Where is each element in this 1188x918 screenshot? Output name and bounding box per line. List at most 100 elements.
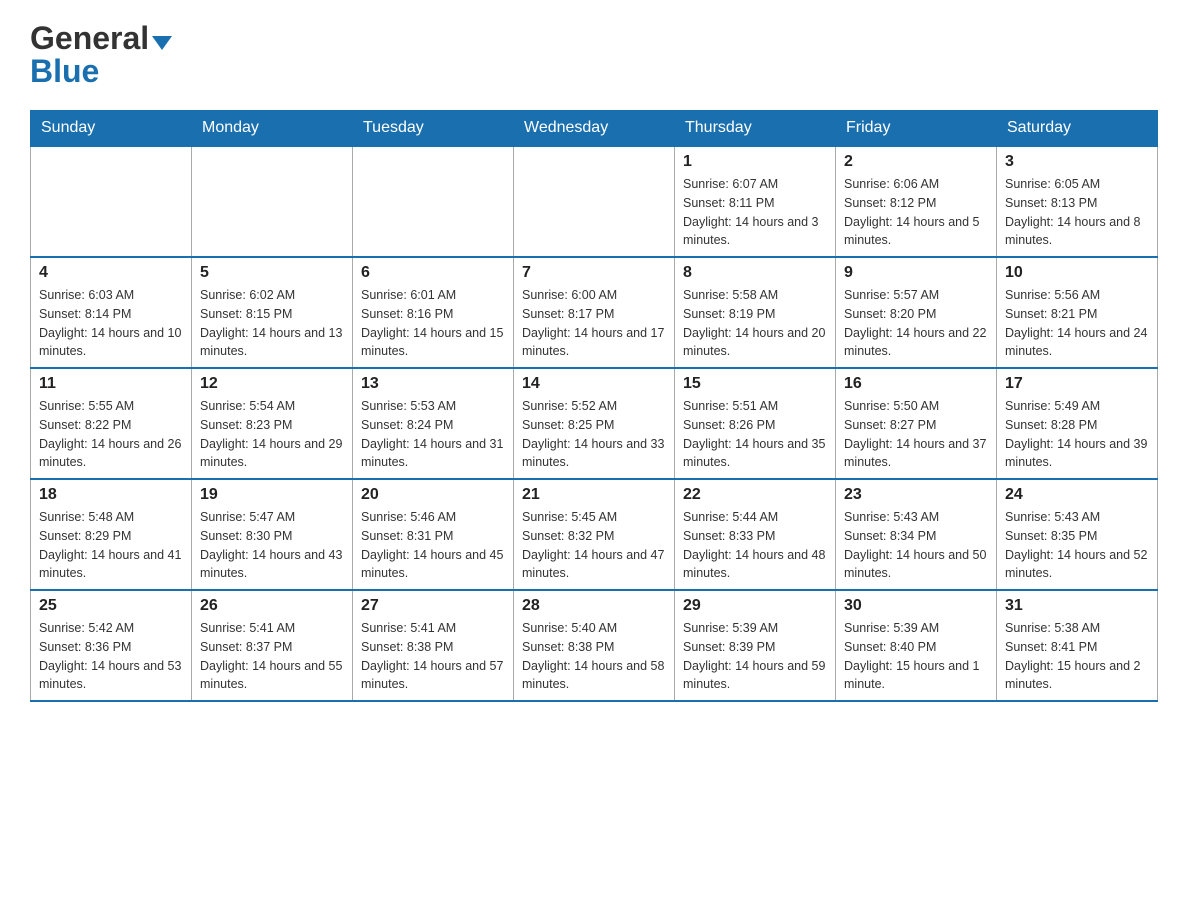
day-info: Sunrise: 5:40 AM Sunset: 8:38 PM Dayligh…	[522, 619, 666, 694]
calendar-cell: 17 Sunrise: 5:49 AM Sunset: 8:28 PM Dayli…	[997, 368, 1158, 479]
day-info: Sunrise: 5:41 AM Sunset: 8:37 PM Dayligh…	[200, 619, 344, 694]
calendar-cell: 30 Sunrise: 5:39 AM Sunset: 8:40 PM Dayli…	[836, 590, 997, 701]
calendar-cell: 16 Sunrise: 5:50 AM Sunset: 8:27 PM Dayli…	[836, 368, 997, 479]
day-number: 15	[683, 375, 827, 393]
day-info: Sunrise: 5:53 AM Sunset: 8:24 PM Dayligh…	[361, 397, 505, 472]
calendar-week-row: 11 Sunrise: 5:55 AM Sunset: 8:22 PM Dayli…	[31, 368, 1158, 479]
day-number: 4	[39, 264, 183, 282]
day-info: Sunrise: 6:00 AM Sunset: 8:17 PM Dayligh…	[522, 286, 666, 361]
day-info: Sunrise: 5:38 AM Sunset: 8:41 PM Dayligh…	[1005, 619, 1149, 694]
calendar-cell: 5 Sunrise: 6:02 AM Sunset: 8:15 PM Daylig…	[192, 257, 353, 368]
day-number: 12	[200, 375, 344, 393]
day-info: Sunrise: 5:48 AM Sunset: 8:29 PM Dayligh…	[39, 508, 183, 583]
day-number: 31	[1005, 597, 1149, 615]
day-info: Sunrise: 6:06 AM Sunset: 8:12 PM Dayligh…	[844, 175, 988, 250]
day-info: Sunrise: 5:58 AM Sunset: 8:19 PM Dayligh…	[683, 286, 827, 361]
calendar-cell: 4Sunrise: 6:03 AM Sunset: 8:14 PM Daylig…	[31, 257, 192, 368]
day-number: 20	[361, 486, 505, 504]
day-info: Sunrise: 5:54 AM Sunset: 8:23 PM Dayligh…	[200, 397, 344, 472]
calendar-cell: 20Sunrise: 5:46 AM Sunset: 8:31 PM Dayli…	[353, 479, 514, 590]
day-info: Sunrise: 5:50 AM Sunset: 8:27 PM Dayligh…	[844, 397, 988, 472]
calendar-week-row: 4Sunrise: 6:03 AM Sunset: 8:14 PM Daylig…	[31, 257, 1158, 368]
day-info: Sunrise: 5:55 AM Sunset: 8:22 PM Dayligh…	[39, 397, 183, 472]
day-info: Sunrise: 5:57 AM Sunset: 8:20 PM Dayligh…	[844, 286, 988, 361]
day-number: 7	[522, 264, 666, 282]
logo: General Blue	[30, 20, 175, 90]
calendar-cell: 1 Sunrise: 6:07 AM Sunset: 8:11 PM Daylig…	[675, 146, 836, 257]
calendar-header-thursday: Thursday	[675, 111, 836, 147]
day-info: Sunrise: 5:42 AM Sunset: 8:36 PM Dayligh…	[39, 619, 183, 694]
day-info: Sunrise: 5:43 AM Sunset: 8:34 PM Dayligh…	[844, 508, 988, 583]
calendar-cell: 3 Sunrise: 6:05 AM Sunset: 8:13 PM Daylig…	[997, 146, 1158, 257]
calendar-week-row: 25 Sunrise: 5:42 AM Sunset: 8:36 PM Dayli…	[31, 590, 1158, 701]
calendar-cell	[514, 146, 675, 257]
day-number: 11	[39, 375, 183, 393]
calendar-header-wednesday: Wednesday	[514, 111, 675, 147]
day-info: Sunrise: 6:05 AM Sunset: 8:13 PM Dayligh…	[1005, 175, 1149, 250]
calendar-header-friday: Friday	[836, 111, 997, 147]
day-number: 22	[683, 486, 827, 504]
day-info: Sunrise: 5:49 AM Sunset: 8:28 PM Dayligh…	[1005, 397, 1149, 472]
day-number: 13	[361, 375, 505, 393]
day-info: Sunrise: 5:39 AM Sunset: 8:40 PM Dayligh…	[844, 619, 988, 694]
day-info: Sunrise: 5:52 AM Sunset: 8:25 PM Dayligh…	[522, 397, 666, 472]
day-number: 1	[683, 153, 827, 171]
day-info: Sunrise: 5:45 AM Sunset: 8:32 PM Dayligh…	[522, 508, 666, 583]
calendar-cell: 19Sunrise: 5:47 AM Sunset: 8:30 PM Dayli…	[192, 479, 353, 590]
calendar-week-row: 18 Sunrise: 5:48 AM Sunset: 8:29 PM Dayli…	[31, 479, 1158, 590]
calendar-cell: 13 Sunrise: 5:53 AM Sunset: 8:24 PM Dayli…	[353, 368, 514, 479]
day-number: 16	[844, 375, 988, 393]
day-number: 17	[1005, 375, 1149, 393]
calendar-cell: 15Sunrise: 5:51 AM Sunset: 8:26 PM Dayli…	[675, 368, 836, 479]
calendar-cell: 31 Sunrise: 5:38 AM Sunset: 8:41 PM Dayli…	[997, 590, 1158, 701]
day-info: Sunrise: 6:01 AM Sunset: 8:16 PM Dayligh…	[361, 286, 505, 361]
calendar-header-saturday: Saturday	[997, 111, 1158, 147]
day-info: Sunrise: 5:44 AM Sunset: 8:33 PM Dayligh…	[683, 508, 827, 583]
calendar-cell: 18 Sunrise: 5:48 AM Sunset: 8:29 PM Dayli…	[31, 479, 192, 590]
calendar-cell: 24 Sunrise: 5:43 AM Sunset: 8:35 PM Dayli…	[997, 479, 1158, 590]
calendar-table: SundayMondayTuesdayWednesdayThursdayFrid…	[30, 110, 1158, 702]
day-number: 25	[39, 597, 183, 615]
calendar-cell: 29Sunrise: 5:39 AM Sunset: 8:39 PM Dayli…	[675, 590, 836, 701]
calendar-cell: 14 Sunrise: 5:52 AM Sunset: 8:25 PM Dayli…	[514, 368, 675, 479]
day-number: 6	[361, 264, 505, 282]
calendar-cell: 11 Sunrise: 5:55 AM Sunset: 8:22 PM Dayli…	[31, 368, 192, 479]
day-number: 3	[1005, 153, 1149, 171]
calendar-cell: 23 Sunrise: 5:43 AM Sunset: 8:34 PM Dayli…	[836, 479, 997, 590]
calendar-cell	[192, 146, 353, 257]
calendar-header-sunday: Sunday	[31, 111, 192, 147]
logo-blue-part: Blue	[30, 53, 99, 90]
calendar-header-tuesday: Tuesday	[353, 111, 514, 147]
page-header: General Blue	[30, 20, 1158, 90]
day-info: Sunrise: 6:02 AM Sunset: 8:15 PM Dayligh…	[200, 286, 344, 361]
day-number: 10	[1005, 264, 1149, 282]
calendar-cell: 8Sunrise: 5:58 AM Sunset: 8:19 PM Daylig…	[675, 257, 836, 368]
calendar-cell: 21Sunrise: 5:45 AM Sunset: 8:32 PM Dayli…	[514, 479, 675, 590]
calendar-cell: 2Sunrise: 6:06 AM Sunset: 8:12 PM Daylig…	[836, 146, 997, 257]
day-info: Sunrise: 6:07 AM Sunset: 8:11 PM Dayligh…	[683, 175, 827, 250]
calendar-cell: 10Sunrise: 5:56 AM Sunset: 8:21 PM Dayli…	[997, 257, 1158, 368]
calendar-cell: 6 Sunrise: 6:01 AM Sunset: 8:16 PM Daylig…	[353, 257, 514, 368]
day-number: 23	[844, 486, 988, 504]
logo-arrow-icon	[152, 36, 172, 50]
logo-general-part: General	[30, 20, 149, 57]
day-number: 14	[522, 375, 666, 393]
day-number: 24	[1005, 486, 1149, 504]
day-number: 5	[200, 264, 344, 282]
day-info: Sunrise: 5:39 AM Sunset: 8:39 PM Dayligh…	[683, 619, 827, 694]
calendar-cell: 22 Sunrise: 5:44 AM Sunset: 8:33 PM Dayli…	[675, 479, 836, 590]
day-info: Sunrise: 5:47 AM Sunset: 8:30 PM Dayligh…	[200, 508, 344, 583]
calendar-cell: 28 Sunrise: 5:40 AM Sunset: 8:38 PM Dayli…	[514, 590, 675, 701]
day-number: 18	[39, 486, 183, 504]
day-number: 28	[522, 597, 666, 615]
day-info: Sunrise: 5:43 AM Sunset: 8:35 PM Dayligh…	[1005, 508, 1149, 583]
calendar-week-row: 1 Sunrise: 6:07 AM Sunset: 8:11 PM Daylig…	[31, 146, 1158, 257]
calendar-cell: 27 Sunrise: 5:41 AM Sunset: 8:38 PM Dayli…	[353, 590, 514, 701]
day-number: 30	[844, 597, 988, 615]
day-info: Sunrise: 5:41 AM Sunset: 8:38 PM Dayligh…	[361, 619, 505, 694]
day-number: 27	[361, 597, 505, 615]
calendar-cell: 12 Sunrise: 5:54 AM Sunset: 8:23 PM Dayli…	[192, 368, 353, 479]
calendar-cell: 26Sunrise: 5:41 AM Sunset: 8:37 PM Dayli…	[192, 590, 353, 701]
calendar-header-row: SundayMondayTuesdayWednesdayThursdayFrid…	[31, 111, 1158, 147]
calendar-cell: 25 Sunrise: 5:42 AM Sunset: 8:36 PM Dayli…	[31, 590, 192, 701]
